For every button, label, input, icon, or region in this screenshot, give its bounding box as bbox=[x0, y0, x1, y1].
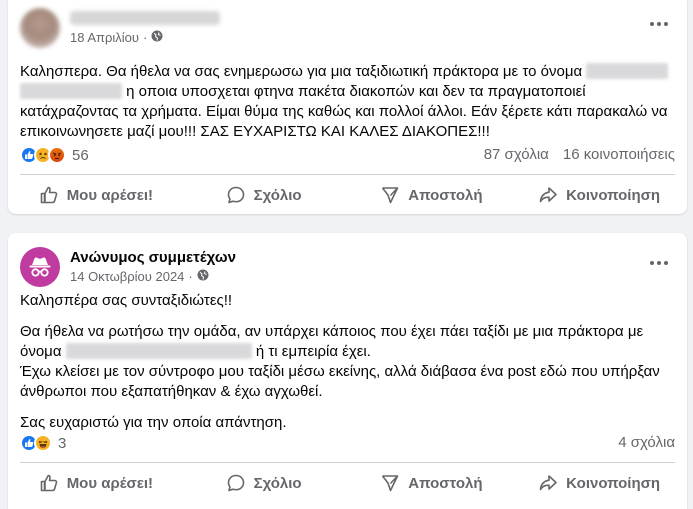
meta-separator: · bbox=[188, 269, 193, 284]
post-header: 18 Απριλίου · bbox=[20, 8, 675, 48]
divider bbox=[20, 462, 675, 463]
meta-separator: · bbox=[143, 30, 148, 45]
post-text: Καλησπέρα σας συνταξιδιώτες!! Θα ήθελα ν… bbox=[20, 291, 675, 444]
like-button[interactable]: Μου αρέσει! bbox=[12, 465, 180, 501]
comment-button[interactable]: Σχόλιο bbox=[180, 465, 348, 501]
post-actions: Μου αρέσει! Σχόλιο Αποστολή Κοινοποίηση bbox=[12, 177, 683, 213]
post-greeting: Καλησπέρα σας συνταξιδιώτες!! bbox=[20, 292, 233, 309]
post-stats: 3 4 σχόλια bbox=[20, 434, 675, 456]
share-button[interactable]: Κοινοποίηση bbox=[515, 465, 683, 501]
post-paragraph: Σας ευχαριστώ για την οποία απάντηση. bbox=[20, 414, 287, 431]
more-options-icon[interactable] bbox=[645, 14, 673, 34]
post-date[interactable]: 14 Οκτωβρίου 2024 bbox=[70, 269, 184, 284]
thumbs-up-icon bbox=[40, 474, 57, 492]
comment-icon bbox=[227, 474, 244, 492]
share-button[interactable]: Κοινοποίηση bbox=[515, 177, 683, 213]
post-header: Ανώνυμος συμμετέχων 14 Οκτωβρίου 2024 · bbox=[20, 247, 675, 287]
comments-count[interactable]: 87 σχόλια bbox=[484, 146, 549, 163]
post-actions: Μου αρέσει! Σχόλιο Αποστολή Κοινοποίηση bbox=[12, 465, 683, 501]
engagement-counts: 87 σχόλια 16 κοινοποιήσεις bbox=[484, 146, 675, 163]
post-meta: 14 Οκτωβρίου 2024 · bbox=[70, 269, 209, 284]
comment-button[interactable]: Σχόλιο bbox=[180, 177, 348, 213]
send-button[interactable]: Αποστολή bbox=[348, 177, 516, 213]
share-icon bbox=[539, 187, 557, 203]
post-date[interactable]: 18 Απριλίου bbox=[70, 30, 139, 45]
incognito-icon bbox=[29, 257, 51, 277]
comment-icon bbox=[227, 186, 244, 204]
post-text: Καλησπερα. Θα ήθελα να σας ενημερωσω για… bbox=[20, 63, 669, 140]
thumbs-up-icon bbox=[40, 186, 57, 204]
redacted-name bbox=[586, 63, 669, 79]
post-card: 18 Απριλίου · Καλησπερα. Θα ήθελα να σας… bbox=[8, 0, 687, 214]
post-stats: 56 87 σχόλια 16 κοινοποιήσεις bbox=[20, 146, 675, 168]
globe-icon bbox=[151, 30, 163, 45]
send-icon bbox=[382, 475, 399, 492]
globe-icon bbox=[197, 269, 209, 284]
like-button[interactable]: Μου αρέσει! bbox=[12, 177, 180, 213]
author-name[interactable] bbox=[70, 11, 220, 25]
avatar[interactable] bbox=[20, 8, 60, 48]
reactions-summary[interactable]: 3 bbox=[20, 434, 66, 452]
reaction-count: 56 bbox=[72, 146, 89, 164]
send-icon bbox=[382, 187, 399, 204]
haha-icon bbox=[34, 434, 52, 452]
reactions-summary[interactable]: 56 bbox=[20, 146, 89, 164]
redacted-name bbox=[20, 83, 122, 99]
angry-icon bbox=[48, 146, 66, 164]
share-icon bbox=[539, 475, 557, 491]
redacted-name bbox=[65, 343, 252, 359]
send-button[interactable]: Αποστολή bbox=[348, 465, 516, 501]
shares-count[interactable]: 16 κοινοποιήσεις bbox=[563, 146, 675, 163]
more-options-icon[interactable] bbox=[645, 253, 673, 273]
post-paragraph: Θα ήθελα να ρωτήσω την ομάδα, αν υπάρχει… bbox=[20, 323, 660, 400]
divider bbox=[20, 174, 675, 175]
comments-count[interactable]: 4 σχόλια bbox=[618, 434, 675, 451]
author-name[interactable]: Ανώνυμος συμμετέχων bbox=[70, 249, 236, 266]
anonymous-avatar[interactable] bbox=[20, 247, 60, 287]
engagement-counts: 4 σχόλια bbox=[618, 434, 675, 451]
post-card: Ανώνυμος συμμετέχων 14 Οκτωβρίου 2024 · … bbox=[8, 233, 687, 509]
reaction-count: 3 bbox=[58, 434, 67, 452]
post-meta: 18 Απριλίου · bbox=[70, 30, 163, 45]
